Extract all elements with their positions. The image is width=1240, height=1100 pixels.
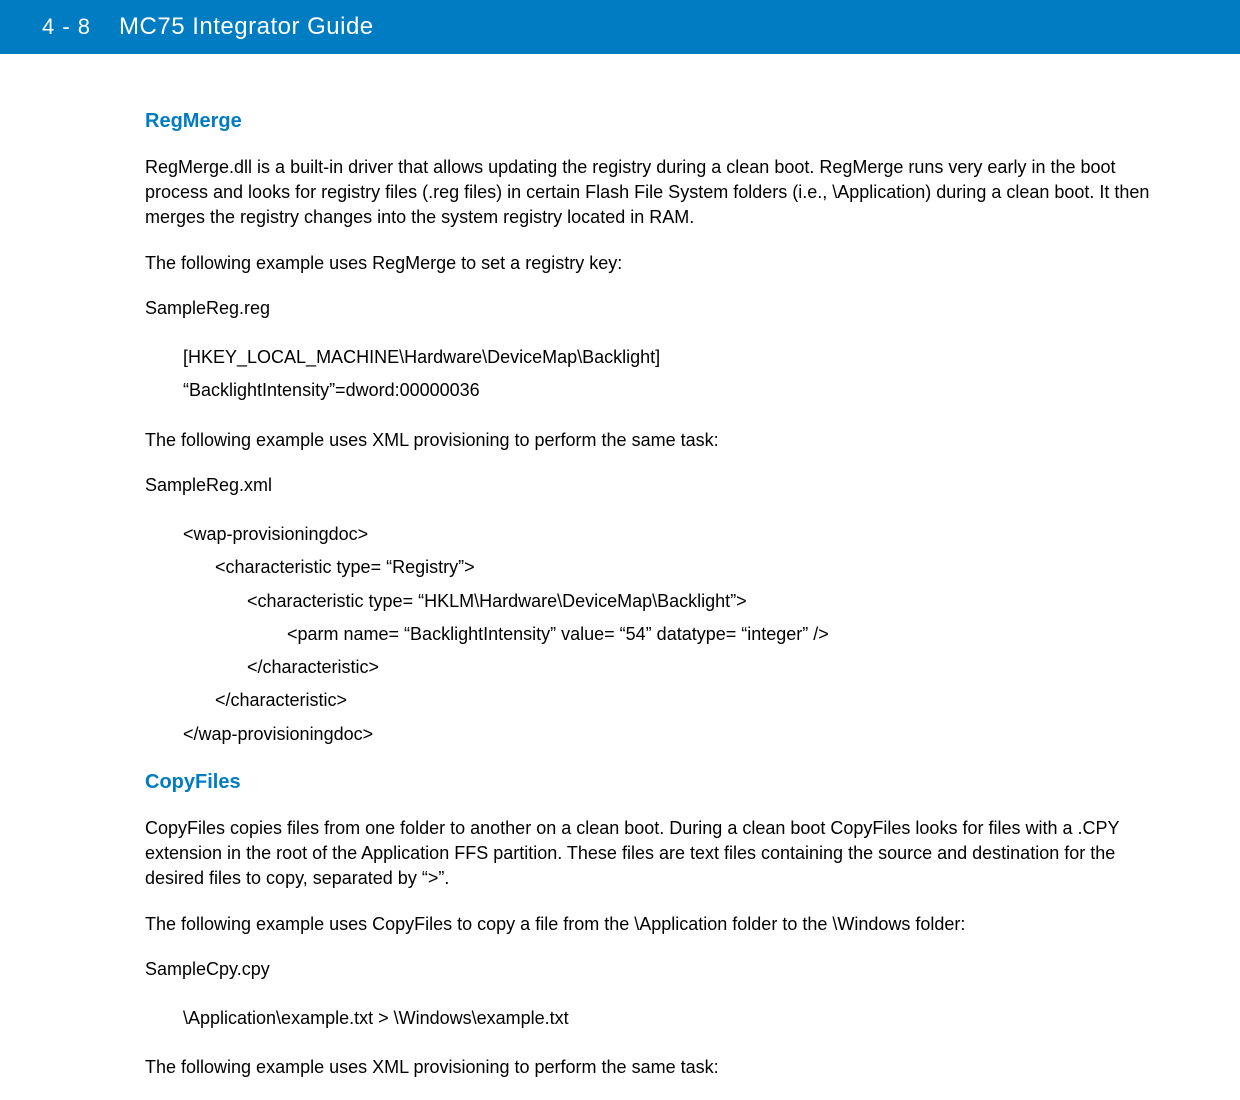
regmerge-intro: RegMerge.dll is a built-in driver that a… xyxy=(145,155,1168,231)
xml-line-3: <characteristic type= “HKLM\Hardware\Dev… xyxy=(247,585,1168,618)
regmerge-xml-filename: SampleReg.xml xyxy=(145,473,1168,498)
xml-line-7: </wap-provisioningdoc> xyxy=(183,718,1168,751)
reg-code-block: [HKEY_LOCAL_MACHINE\Hardware\DeviceMap\B… xyxy=(183,341,1168,408)
regmerge-example-lead: The following example uses RegMerge to s… xyxy=(145,251,1168,276)
copyfiles-xml-lead: The following example uses XML provision… xyxy=(145,1055,1168,1080)
copyfiles-example-lead: The following example uses CopyFiles to … xyxy=(145,912,1168,937)
reg-code-line-2: “BacklightIntensity”=dword:00000036 xyxy=(183,374,1168,407)
xml-line-2: <characteristic type= “Registry”> xyxy=(215,551,1168,584)
regmerge-example-filename: SampleReg.reg xyxy=(145,296,1168,321)
xml-line-5: </characteristic> xyxy=(247,651,1168,684)
regmerge-xml-lead: The following example uses XML provision… xyxy=(145,428,1168,453)
xml-line-6: </characteristic> xyxy=(215,684,1168,717)
xml-line-4: <parm name= “BacklightIntensity” value= … xyxy=(287,618,1168,651)
page-content: RegMerge RegMerge.dll is a built-in driv… xyxy=(0,54,1240,1100)
cpy-code-block: \Application\example.txt > \Windows\exam… xyxy=(183,1002,1168,1035)
document-header: 4 - 8 MC75 Integrator Guide xyxy=(0,0,1240,54)
reg-code-line-1: [HKEY_LOCAL_MACHINE\Hardware\DeviceMap\B… xyxy=(183,341,1168,374)
section-heading-regmerge: RegMerge xyxy=(145,110,1168,133)
document-title: MC75 Integrator Guide xyxy=(119,13,374,41)
copyfiles-example-filename: SampleCpy.cpy xyxy=(145,957,1168,982)
xml-line-1: <wap-provisioningdoc> xyxy=(183,518,1168,551)
copyfiles-intro: CopyFiles copies files from one folder t… xyxy=(145,816,1168,892)
page-number: 4 - 8 xyxy=(42,14,91,40)
xml-code-block: <wap-provisioningdoc> <characteristic ty… xyxy=(183,518,1168,751)
section-heading-copyfiles: CopyFiles xyxy=(145,771,1168,794)
cpy-code-line-1: \Application\example.txt > \Windows\exam… xyxy=(183,1002,1168,1035)
